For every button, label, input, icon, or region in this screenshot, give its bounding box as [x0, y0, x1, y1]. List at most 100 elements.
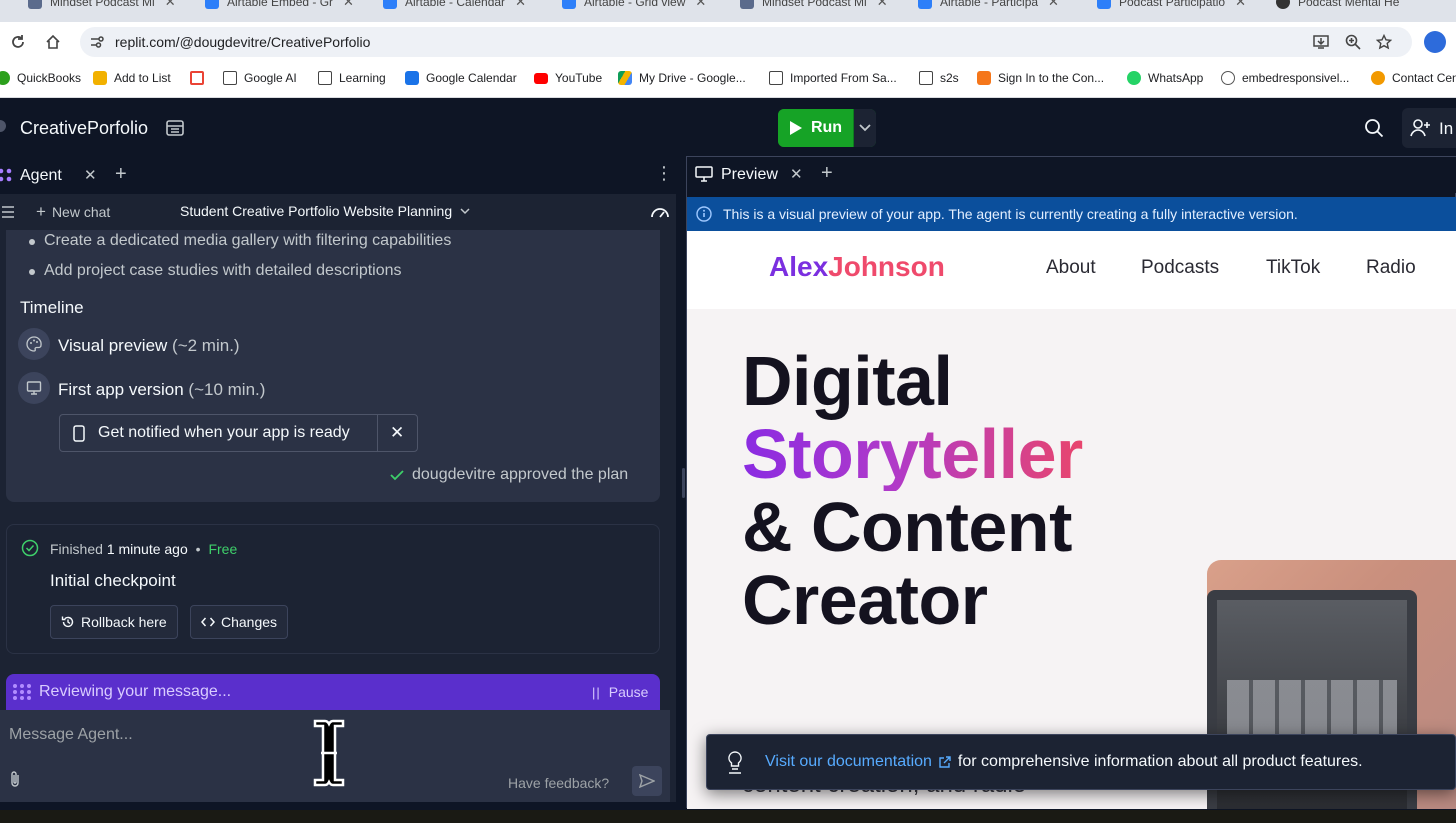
more-options-icon[interactable]: ⋮: [655, 164, 673, 182]
browser-tab[interactable]: Airtable - Calendar ✕: [383, 0, 526, 12]
usage-gauge-icon[interactable]: [650, 204, 670, 220]
close-tab-icon[interactable]: ✕: [84, 166, 97, 184]
browser-tab[interactable]: Airtable Embed - Gr ✕: [205, 0, 354, 12]
feedback-link[interactable]: Have feedback?: [508, 775, 609, 791]
chat-header: + New chat Student Creative Portfolio We…: [0, 194, 676, 230]
gmail-icon: [190, 71, 204, 85]
folder-icon: [769, 71, 783, 85]
close-tab-icon[interactable]: ✕: [790, 165, 803, 183]
bookmark-my-drive[interactable]: My Drive - Google...: [618, 71, 746, 85]
new-tab-plus-icon[interactable]: +: [821, 162, 833, 185]
play-icon: [789, 121, 802, 135]
bookmark-google-ai[interactable]: Google AI: [223, 71, 297, 85]
run-options-dropdown[interactable]: [854, 109, 876, 147]
invite-button[interactable]: In: [1402, 108, 1456, 148]
workspace-header: CreativePorfolio Run In: [0, 98, 1456, 158]
browser-tab[interactable]: Podcast Mental He: [1276, 0, 1399, 12]
history-icon: [61, 616, 74, 628]
nav-radio[interactable]: Radio: [1366, 257, 1416, 279]
tab-favicon-icon: [740, 0, 754, 9]
bookmark-embedresponsive[interactable]: embedresponsivel...: [1221, 71, 1349, 85]
bookmark-google-calendar[interactable]: Google Calendar: [405, 71, 517, 85]
bookmark-youtube[interactable]: YouTube: [534, 71, 602, 85]
zoom-icon[interactable]: [1345, 34, 1361, 50]
panel-resize-handle[interactable]: [682, 468, 685, 498]
site-settings-icon[interactable]: [90, 35, 104, 49]
tab-close-icon[interactable]: ✕: [1048, 0, 1059, 10]
bookmark-imported[interactable]: Imported From Sa...: [769, 71, 897, 85]
bookmark-gmail[interactable]: [190, 71, 211, 85]
tab-close-icon[interactable]: ✕: [343, 0, 354, 10]
pause-icon: ||: [592, 684, 601, 700]
browser-tab[interactable]: Airtable - Grid view ✕: [562, 0, 706, 12]
tab-close-icon[interactable]: ✕: [1235, 0, 1246, 10]
bookmark-contact-center[interactable]: Contact Cen: [1371, 71, 1456, 85]
checkpoint-card: Finished 1 minute ago • Free Initial che…: [6, 524, 660, 654]
project-details-icon[interactable]: [165, 118, 185, 138]
tab-favicon-icon: [205, 0, 219, 9]
browser-tab[interactable]: Airtable - Participa ✕: [918, 0, 1059, 12]
send-icon: [639, 774, 655, 788]
run-button-group: Run: [778, 109, 876, 147]
message-input[interactable]: Message Agent...: [9, 726, 133, 744]
site-logo[interactable]: AlexJohnson: [769, 251, 945, 283]
run-button[interactable]: Run: [778, 109, 853, 147]
bookmark-sign-in[interactable]: Sign In to the Con...: [977, 71, 1104, 85]
bookmark-s2s[interactable]: s2s: [919, 71, 959, 85]
monitor-icon: [18, 372, 50, 404]
text-cursor-icon: [312, 718, 346, 788]
nav-podcasts[interactable]: Podcasts: [1141, 257, 1219, 279]
browser-tab[interactable]: Podcast Participatio ✕: [1097, 0, 1246, 12]
browser-tab[interactable]: Mindset Podcast Mi ✕: [740, 0, 888, 12]
replit-workspace: CreativePorfolio Run In Agent ✕ + ⋮ + Ne…: [0, 98, 1456, 823]
nav-tiktok[interactable]: TikTok: [1266, 257, 1320, 279]
tab-agent[interactable]: Agent: [20, 167, 62, 185]
menu-icon[interactable]: [2, 206, 14, 218]
search-icon[interactable]: [1364, 118, 1384, 138]
calendar-icon: [405, 71, 419, 85]
tab-close-icon[interactable]: ✕: [165, 0, 176, 10]
new-chat-button[interactable]: + New chat: [36, 202, 110, 222]
rollback-button[interactable]: Rollback here: [50, 605, 178, 639]
project-avatar-icon: [0, 120, 6, 132]
nav-about[interactable]: About: [1046, 257, 1096, 279]
browser-tab-label: Airtable Embed - Gr: [227, 0, 334, 9]
browser-tab[interactable]: Mindset Podcast Mi ✕: [28, 0, 176, 12]
bookmark-whatsapp[interactable]: WhatsApp: [1127, 71, 1203, 85]
contact-center-icon: [1371, 71, 1385, 85]
zoom-extension-icon[interactable]: [1424, 31, 1446, 53]
attach-icon[interactable]: [8, 770, 22, 788]
reload-icon[interactable]: [8, 32, 28, 52]
address-bar[interactable]: replit.com/@dougdevitre/CreativePorfolio: [80, 27, 1412, 57]
send-button[interactable]: [632, 766, 662, 796]
project-name[interactable]: CreativePorfolio: [20, 118, 148, 139]
dismiss-notify-icon[interactable]: ✕: [390, 423, 404, 443]
browser-tab-strip: Mindset Podcast Mi ✕ Airtable Embed - Gr…: [0, 0, 1456, 22]
install-app-icon[interactable]: [1313, 34, 1329, 50]
bookmark-learning[interactable]: Learning: [318, 71, 386, 85]
chat-title-dropdown[interactable]: Student Creative Portfolio Website Plann…: [180, 203, 470, 219]
tab-favicon-icon: [1276, 0, 1290, 9]
agent-working-icon: [12, 683, 32, 701]
message-composer[interactable]: Message Agent... Have feedback?: [0, 710, 670, 802]
preview-info-banner: This is a visual preview of your app. Th…: [687, 197, 1456, 231]
notify-button[interactable]: Get notified when your app is ready: [98, 424, 350, 442]
plan-bullet: Add project case studies with detailed d…: [29, 262, 402, 280]
tab-close-icon[interactable]: ✕: [877, 0, 888, 10]
browser-tab-label: Podcast Participatio: [1119, 0, 1226, 9]
pause-button[interactable]: || Pause: [592, 684, 648, 700]
tab-close-icon[interactable]: ✕: [515, 0, 526, 10]
documentation-link[interactable]: Visit our documentation: [765, 753, 932, 771]
home-icon[interactable]: [43, 32, 63, 52]
approval-status: dougdevitre approved the plan: [390, 466, 628, 484]
youtube-icon: [534, 72, 548, 84]
monitor-icon: [695, 166, 713, 182]
folder-icon: [919, 71, 933, 85]
bookmark-star-icon[interactable]: [1376, 34, 1392, 50]
bookmark-add-to-list[interactable]: Add to List: [93, 71, 171, 85]
changes-button[interactable]: Changes: [190, 605, 289, 639]
tab-close-icon[interactable]: ✕: [695, 0, 706, 10]
new-tab-plus-icon[interactable]: +: [115, 163, 127, 186]
tab-preview[interactable]: Preview: [721, 166, 778, 184]
bookmark-quickbooks[interactable]: QuickBooks: [0, 71, 81, 85]
